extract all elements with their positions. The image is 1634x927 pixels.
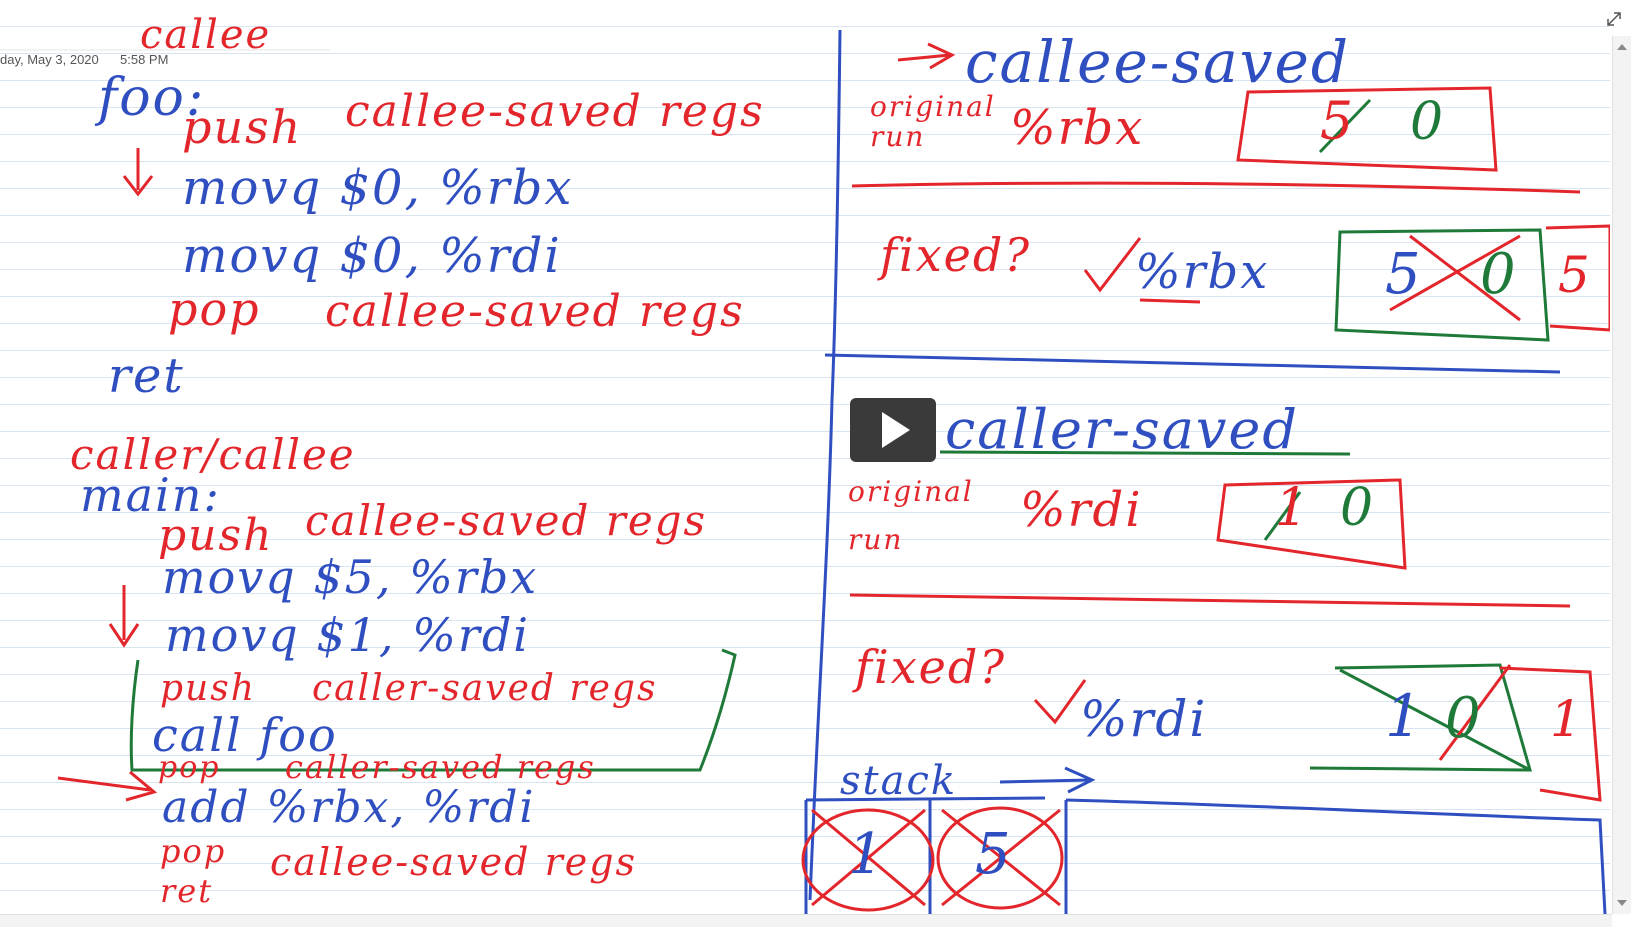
fixed-rdi-restored: 1 bbox=[1550, 690, 1584, 748]
rdi-box-new: 0 bbox=[1340, 478, 1376, 538]
rdi-label: %rdi bbox=[1020, 482, 1143, 538]
foo-push-desc: callee-saved regs bbox=[345, 86, 765, 137]
right-arrow bbox=[57, 776, 151, 792]
fixed-rdi-diag bbox=[1339, 668, 1531, 772]
stack-arrow bbox=[999, 778, 1091, 784]
fixed-rbx-restored: 5 bbox=[1558, 246, 1592, 304]
fixed-rdi-new: 0 bbox=[1445, 686, 1483, 751]
main-pop-2: pop bbox=[158, 750, 221, 785]
callee-saved-title: callee-saved bbox=[965, 28, 1350, 96]
fixed-rbx-new: 0 bbox=[1480, 242, 1518, 307]
stack-cell-1: 1 bbox=[848, 822, 886, 887]
stack-cell-2: 5 bbox=[975, 822, 1013, 887]
main-ret: ret bbox=[160, 872, 214, 910]
foo-pop: pop bbox=[168, 282, 261, 336]
main-pop-2-desc: caller-saved regs bbox=[285, 748, 596, 786]
caller-saved-title: caller-saved bbox=[945, 398, 1299, 461]
main-movq-2: movq $1, %rdi bbox=[165, 608, 531, 662]
horizontal-scrollbar[interactable] bbox=[0, 914, 1612, 927]
rule-2 bbox=[824, 353, 1561, 374]
main-pop: pop bbox=[160, 832, 227, 870]
column-divider bbox=[808, 29, 842, 901]
foo-movq-1: movq $0, %rbx bbox=[182, 160, 574, 216]
stack-walls bbox=[804, 800, 1068, 914]
main-push-2-desc: caller-saved regs bbox=[312, 668, 658, 709]
main-push-desc: callee-saved regs bbox=[305, 496, 708, 545]
rbx-box-new: 0 bbox=[1410, 92, 1446, 152]
foo-push: push bbox=[182, 100, 303, 154]
foo-ret: ret bbox=[108, 348, 185, 404]
foo-movq-2: movq $0, %rdi bbox=[182, 228, 562, 284]
notebook-page: day, May 3, 2020 5:58 PM callee foo: pus… bbox=[0, 0, 1610, 914]
rbx-label: %rbx bbox=[1010, 100, 1145, 156]
callee-title: callee bbox=[140, 12, 272, 58]
rdi-box-old: 1 bbox=[1275, 478, 1311, 538]
stack-right bbox=[1065, 798, 1607, 914]
play-button[interactable] bbox=[850, 398, 936, 462]
rbx-box-old: 5 bbox=[1320, 92, 1356, 152]
original-run-label: original run bbox=[870, 90, 996, 153]
vertical-scrollbar[interactable] bbox=[1612, 36, 1631, 914]
rdi-box bbox=[1216, 478, 1407, 570]
rule-3 bbox=[849, 593, 1571, 608]
main-pop-desc: callee-saved regs bbox=[270, 840, 638, 884]
original-run-label-2: original run bbox=[848, 475, 974, 556]
check-2 bbox=[1033, 679, 1087, 725]
scroll-down-icon[interactable] bbox=[1617, 900, 1627, 906]
play-icon bbox=[882, 412, 910, 448]
rbx-box bbox=[1236, 86, 1498, 172]
check-1 bbox=[1083, 237, 1142, 293]
foo-pop-desc: callee-saved regs bbox=[325, 286, 745, 337]
main-add: add %rbx, %rdi bbox=[162, 782, 536, 833]
fixed-label-1: fixed? bbox=[880, 228, 1032, 282]
scroll-up-icon[interactable] bbox=[1617, 44, 1627, 50]
fixed-rdi-old: 1 bbox=[1385, 682, 1424, 750]
fixed-rdi-label: %rdi bbox=[1080, 690, 1208, 748]
fixed-label-2: fixed? bbox=[855, 640, 1007, 694]
fixed-rbx-label: %rbx bbox=[1135, 244, 1270, 300]
underline-rbx bbox=[1139, 298, 1201, 304]
fixed-rbx-old: 5 bbox=[1385, 242, 1423, 307]
main-movq-1: movq $5, %rbx bbox=[162, 550, 539, 604]
stack-label: stack bbox=[840, 758, 958, 804]
rule-1 bbox=[851, 181, 1581, 194]
expand-icon[interactable] bbox=[1605, 10, 1623, 28]
main-push-2: push bbox=[160, 668, 256, 709]
